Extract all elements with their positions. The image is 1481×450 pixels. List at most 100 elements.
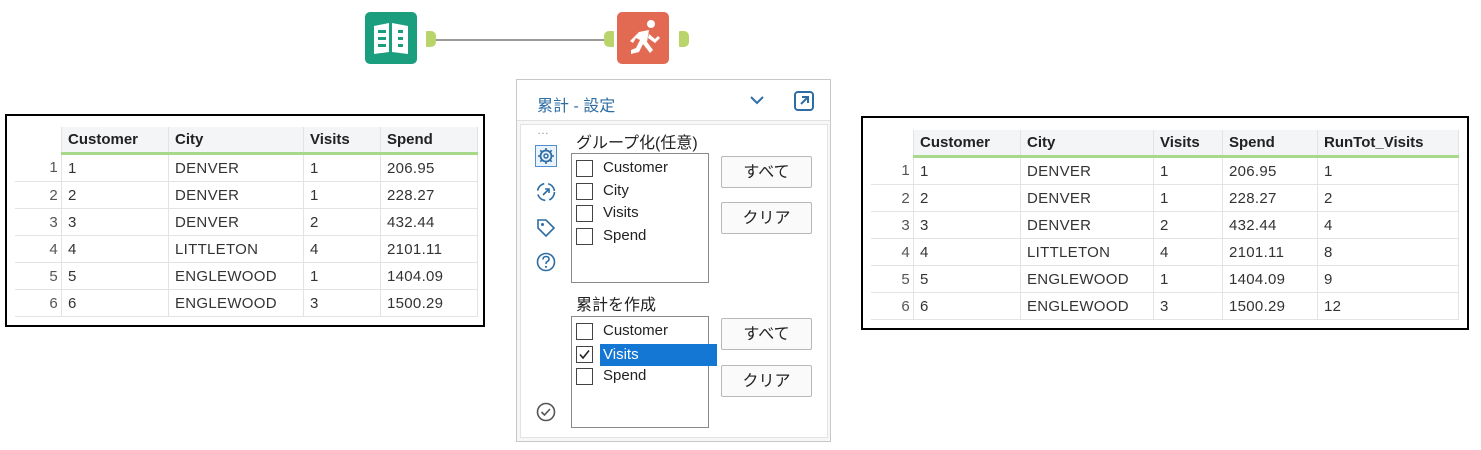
output-anchor-2[interactable] [679, 31, 689, 47]
column-header[interactable]: RunTot_Visits [1317, 130, 1459, 158]
field-checkbox[interactable] [576, 182, 593, 200]
output-anchor[interactable] [426, 31, 436, 47]
table-cell[interactable]: 2 [61, 181, 169, 209]
running-clear-button[interactable]: クリア [721, 365, 812, 397]
table-cell[interactable]: DENVER [1020, 184, 1154, 212]
column-header[interactable]: Visits [1153, 130, 1223, 158]
table-cell[interactable]: 8 [1317, 238, 1459, 266]
table-row: 4 4 LITTLETON 4 2101.11 [15, 235, 478, 263]
help-icon[interactable] [535, 251, 557, 273]
table-cell[interactable]: 6 [61, 289, 169, 317]
gear-icon[interactable] [535, 145, 557, 167]
table-cell[interactable]: 1 [61, 153, 169, 182]
running-total-tool[interactable] [617, 12, 669, 64]
more-dots[interactable]: … [537, 123, 549, 137]
table-cell[interactable]: 3 [303, 289, 381, 317]
column-header[interactable]: City [168, 127, 304, 155]
check-circle-icon[interactable] [535, 401, 557, 423]
table-cell[interactable]: 5 [913, 265, 1021, 293]
table-cell[interactable]: 1 [913, 156, 1021, 185]
group-select-all-button[interactable]: すべて [721, 156, 812, 188]
field-list-item[interactable]: Customer [576, 321, 706, 343]
table-cell[interactable]: ENGLEWOOD [1020, 265, 1154, 293]
field-checkbox[interactable] [576, 368, 593, 385]
table-cell[interactable]: 1404.09 [380, 262, 478, 290]
table-cell[interactable]: 228.27 [1222, 184, 1318, 212]
table-cell[interactable]: DENVER [1020, 211, 1154, 239]
table-cell[interactable]: 1 [1153, 265, 1223, 293]
table-cell[interactable]: 12 [1317, 292, 1459, 320]
table-cell[interactable]: 4 [1153, 238, 1223, 266]
column-header[interactable]: Customer [913, 130, 1021, 158]
table-cell[interactable]: 9 [1317, 265, 1459, 293]
table-cell[interactable]: 1 [1153, 184, 1223, 212]
table-cell[interactable]: 1 [1317, 156, 1459, 185]
field-list-item[interactable]: Visits [576, 343, 717, 366]
table-cell[interactable]: 1 [303, 262, 381, 290]
workflow-icon[interactable] [535, 181, 557, 203]
input-anchor[interactable] [604, 31, 614, 47]
table-cell[interactable]: DENVER [168, 153, 304, 182]
table-cell[interactable]: 1 [303, 153, 381, 182]
table-cell[interactable]: 3 [1153, 292, 1223, 320]
column-header[interactable]: Visits [303, 127, 381, 155]
table-cell[interactable]: 4 [61, 235, 169, 263]
table-cell[interactable]: 5 [61, 262, 169, 290]
table-cell[interactable]: DENVER [1020, 156, 1154, 185]
group-by-field-list[interactable]: Customer City Visits Spend [571, 153, 709, 283]
tag-icon[interactable] [535, 217, 557, 239]
table-cell[interactable]: DENVER [168, 181, 304, 209]
table-cell[interactable]: 1 [303, 181, 381, 209]
table-cell[interactable]: 2 [913, 184, 1021, 212]
table-cell[interactable]: 206.95 [380, 153, 478, 182]
table-cell[interactable]: 1404.09 [1222, 265, 1318, 293]
table-cell[interactable]: 206.95 [1222, 156, 1318, 185]
field-list-item[interactable]: Customer [576, 158, 706, 180]
input-data-tool[interactable] [365, 12, 417, 64]
column-header[interactable]: Spend [380, 127, 478, 155]
table-cell[interactable]: 432.44 [380, 208, 478, 236]
group-clear-button[interactable]: クリア [721, 202, 812, 234]
table-row: 3 3 DENVER 2 432.44 4 [871, 211, 1459, 239]
running-select-all-button[interactable]: すべて [721, 318, 812, 350]
table-cell[interactable]: 432.44 [1222, 211, 1318, 239]
field-checkbox[interactable] [576, 227, 593, 245]
table-cell[interactable]: 4 [913, 238, 1021, 266]
chevron-down-icon[interactable] [749, 94, 765, 106]
field-list-item[interactable]: Visits [576, 203, 706, 225]
pop-out-icon[interactable] [793, 90, 815, 112]
table-cell[interactable]: 2 [303, 208, 381, 236]
table-cell[interactable]: 2 [1317, 184, 1459, 212]
field-checkbox[interactable] [576, 323, 593, 340]
table-cell[interactable]: ENGLEWOOD [168, 262, 304, 290]
table-cell[interactable]: ENGLEWOOD [168, 289, 304, 317]
column-header[interactable]: City [1020, 130, 1154, 158]
row-number: 6 [15, 289, 62, 317]
field-list-item[interactable]: Spend [576, 226, 706, 248]
table-cell[interactable]: 4 [1317, 211, 1459, 239]
column-header[interactable]: Spend [1222, 130, 1318, 158]
table-cell[interactable]: 2 [1153, 211, 1223, 239]
table-cell[interactable]: 1500.29 [380, 289, 478, 317]
field-checkbox[interactable] [576, 160, 593, 177]
table-cell[interactable]: 1500.29 [1222, 292, 1318, 320]
field-list-item[interactable]: Spend [576, 366, 706, 388]
table-cell[interactable]: LITTLETON [168, 235, 304, 263]
table-cell[interactable]: 2101.11 [1222, 238, 1318, 266]
column-header[interactable]: Customer [61, 127, 169, 155]
table-cell[interactable]: 4 [303, 235, 381, 263]
table-cell[interactable]: 2101.11 [380, 235, 478, 263]
field-checkbox[interactable] [576, 345, 593, 363]
table-cell[interactable]: LITTLETON [1020, 238, 1154, 266]
table-cell[interactable]: ENGLEWOOD [1020, 292, 1154, 320]
table-cell[interactable]: 3 [61, 208, 169, 236]
field-list-item[interactable]: City [576, 181, 706, 203]
header-row: Customer City Visits Spend RunTot_Visits [871, 130, 1459, 158]
field-checkbox[interactable] [576, 205, 593, 222]
table-cell[interactable]: 3 [913, 211, 1021, 239]
table-cell[interactable]: 1 [1153, 156, 1223, 185]
table-cell[interactable]: DENVER [168, 208, 304, 236]
table-cell[interactable]: 6 [913, 292, 1021, 320]
running-total-field-list[interactable]: Customer Visits Spend [571, 316, 717, 428]
table-cell[interactable]: 228.27 [380, 181, 478, 209]
